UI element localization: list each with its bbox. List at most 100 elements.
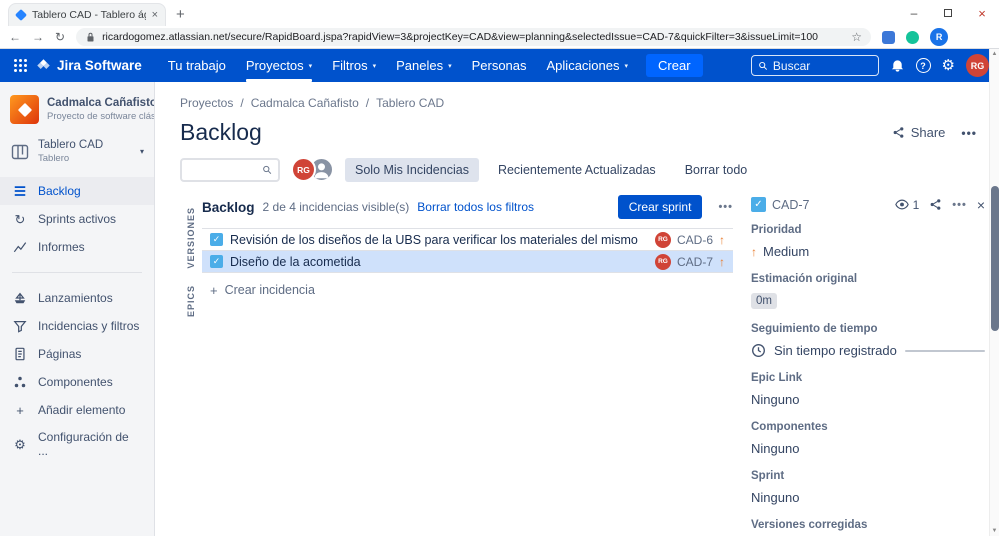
help-icon[interactable]: ? [915,58,931,73]
field-fix-versions: Versiones corregidas Ninguno [751,519,868,531]
extension-icon-2[interactable] [906,30,920,44]
task-type-icon: ✓ [751,197,766,212]
url-bar[interactable]: ricardogomez.atlassian.net/secure/RapidB… [76,28,872,46]
back-icon[interactable]: ← [9,31,21,43]
plus-icon: + [16,402,24,418]
project-sidebar: Cadmalca Cañafisto Proyecto de software … [0,82,155,536]
browser-tabstrip: Tablero CAD - Tablero ágil - Jira × + – … [0,0,999,26]
field-original-estimate: Estimación original 0m [751,273,858,309]
browser-profile-avatar[interactable]: R [930,28,949,46]
project-name: Cadmalca Cañafisto [47,97,155,109]
detail-more-button[interactable]: ••• [952,199,967,211]
browser-tab[interactable]: Tablero CAD - Tablero ágil - Jira × [8,3,166,26]
user-avatar[interactable]: RG [966,54,989,77]
backlog-search[interactable] [180,157,280,182]
priority-up-icon: ↑ [719,254,725,269]
nav-apps[interactable]: Aplicaciones ▾ [537,49,639,82]
assignee-filter-avatar[interactable]: RG [291,157,316,182]
extension-icon-1[interactable] [882,30,896,44]
nav-people[interactable]: Personas [462,49,537,82]
sidebar-item-components[interactable]: Componentes [0,368,154,396]
scrollbar-thumb[interactable] [991,186,999,331]
assignee-avatar[interactable]: RG [654,253,671,270]
page-more-button[interactable]: ••• [961,126,977,140]
create-button[interactable]: Crear [646,54,703,77]
window-maximize-button[interactable] [931,0,965,26]
backlog-more-button[interactable]: ••• [718,201,733,213]
global-search-input[interactable] [772,58,872,73]
settings-gear-icon[interactable]: ⚙ [942,58,955,73]
nav-dashboards[interactable]: Paneles ▾ [386,49,462,82]
window-close-button[interactable]: × [965,0,999,26]
epics-rail-tab[interactable]: EPICS [186,285,196,317]
sprint-icon: ↻ [14,211,26,227]
breadcrumb-project[interactable]: Cadmalca Cañafisto [251,96,359,110]
breadcrumb-board[interactable]: Tablero CAD [376,96,444,110]
browser-toolbar: ← → ↻ ricardogomez.atlassian.net/secure/… [0,26,999,49]
project-avatar [10,95,39,124]
sidebar-item-pages[interactable]: Páginas [0,340,154,368]
jira-nav: Tu trabajo Proyectos ▾ Filtros ▾ Paneles ▾ … [158,49,638,82]
field-sprint: Sprint Ninguno [751,470,800,505]
issue-row-cad-7[interactable]: ✓ Diseño de la acometida RG CAD-7 ↑ [202,251,733,273]
sidebar-item-backlog[interactable]: Backlog [0,177,154,205]
share-button[interactable]: Share [892,125,945,140]
sidebar-item-active-sprints[interactable]: ↻ Sprints activos [0,205,154,233]
jira-header: Jira Software Tu trabajo Proyectos ▾ Filt… [0,49,999,82]
issue-row-cad-6[interactable]: ✓ Revisión de los diseños de la UBS para… [202,229,733,251]
issue-key[interactable]: CAD-7 [677,255,713,269]
nav-filters[interactable]: Filtros ▾ [322,49,386,82]
bookmark-star-icon[interactable]: ☆ [851,30,862,44]
quick-filter-recently-updated[interactable]: Recientemente Actualizadas [488,158,666,182]
versions-rail-tab[interactable]: VERSIONES [186,207,196,269]
clear-all-filters-link[interactable]: Borrar todos los filtros [417,200,534,214]
scroll-up-arrow[interactable]: ▲ [990,51,999,57]
notifications-bell-icon[interactable] [890,58,905,73]
sidebar-item-reports[interactable]: Informes [0,233,154,261]
sidebar-item-settings[interactable]: ⚙ Configuración de ... [0,424,154,464]
search-icon [758,61,767,70]
sidebar-item-releases[interactable]: Lanzamientos [0,284,154,312]
window-minimize-button[interactable]: – [897,0,931,26]
backlog-panel: Backlog 2 de 4 incidencias visible(s) Bo… [202,195,749,536]
field-time-tracking: Seguimiento de tiempo Sin tiempo registr… [751,323,985,358]
detail-issue-key[interactable]: CAD-7 [772,198,810,212]
backlog-section-title: Backlog [202,199,255,215]
create-sprint-button[interactable]: Crear sprint [617,195,703,219]
task-type-icon: ✓ [210,255,223,268]
nav-projects[interactable]: Proyectos ▾ [236,49,322,82]
chevron-down-icon: ▾ [372,62,377,70]
watchers-button[interactable]: 1 [894,198,919,212]
page-title: Backlog [180,119,262,145]
refresh-icon[interactable]: ↻ [55,31,65,43]
backlog-search-input[interactable] [187,162,263,177]
breadcrumb-projects[interactable]: Proyectos [180,96,233,110]
app-switcher-icon[interactable] [14,59,27,72]
page-scrollbar[interactable]: ▲ ▼ [989,49,999,536]
tab-close-icon[interactable]: × [152,9,158,21]
board-switcher[interactable]: Tablero CAD Tablero ▾ [0,139,154,164]
clear-all-filters-button[interactable]: Borrar todo [675,158,758,182]
forward-icon[interactable]: → [32,31,44,43]
page-icon [12,346,28,362]
create-issue-button[interactable]: + Crear incidencia [202,283,733,297]
issue-key[interactable]: CAD-6 [677,233,713,247]
jira-logo[interactable]: Jira Software [36,58,142,73]
ship-icon [12,290,28,306]
new-tab-button[interactable]: + [176,7,185,22]
global-search[interactable] [750,55,879,76]
issue-list: ✓ Revisión de los diseños de la UBS para… [202,228,733,273]
nav-your-work[interactable]: Tu trabajo [158,49,236,82]
share-icon[interactable] [929,198,942,211]
clock-icon [752,344,765,357]
assignee-avatar[interactable]: RG [654,231,671,248]
board-icon [11,144,29,159]
brand-label: Jira Software [57,58,142,73]
sidebar-item-issues-filters[interactable]: Incidencias y filtros [0,312,154,340]
scroll-down-arrow[interactable]: ▼ [990,528,999,534]
detail-close-icon[interactable]: × [977,198,985,212]
gear-icon: ⚙ [14,436,26,452]
quick-filter-only-my-issues[interactable]: Solo Mis Incidencias [345,157,479,182]
project-header[interactable]: Cadmalca Cañafisto Proyecto de software … [0,95,154,124]
sidebar-item-add-item[interactable]: + Añadir elemento [0,396,154,424]
